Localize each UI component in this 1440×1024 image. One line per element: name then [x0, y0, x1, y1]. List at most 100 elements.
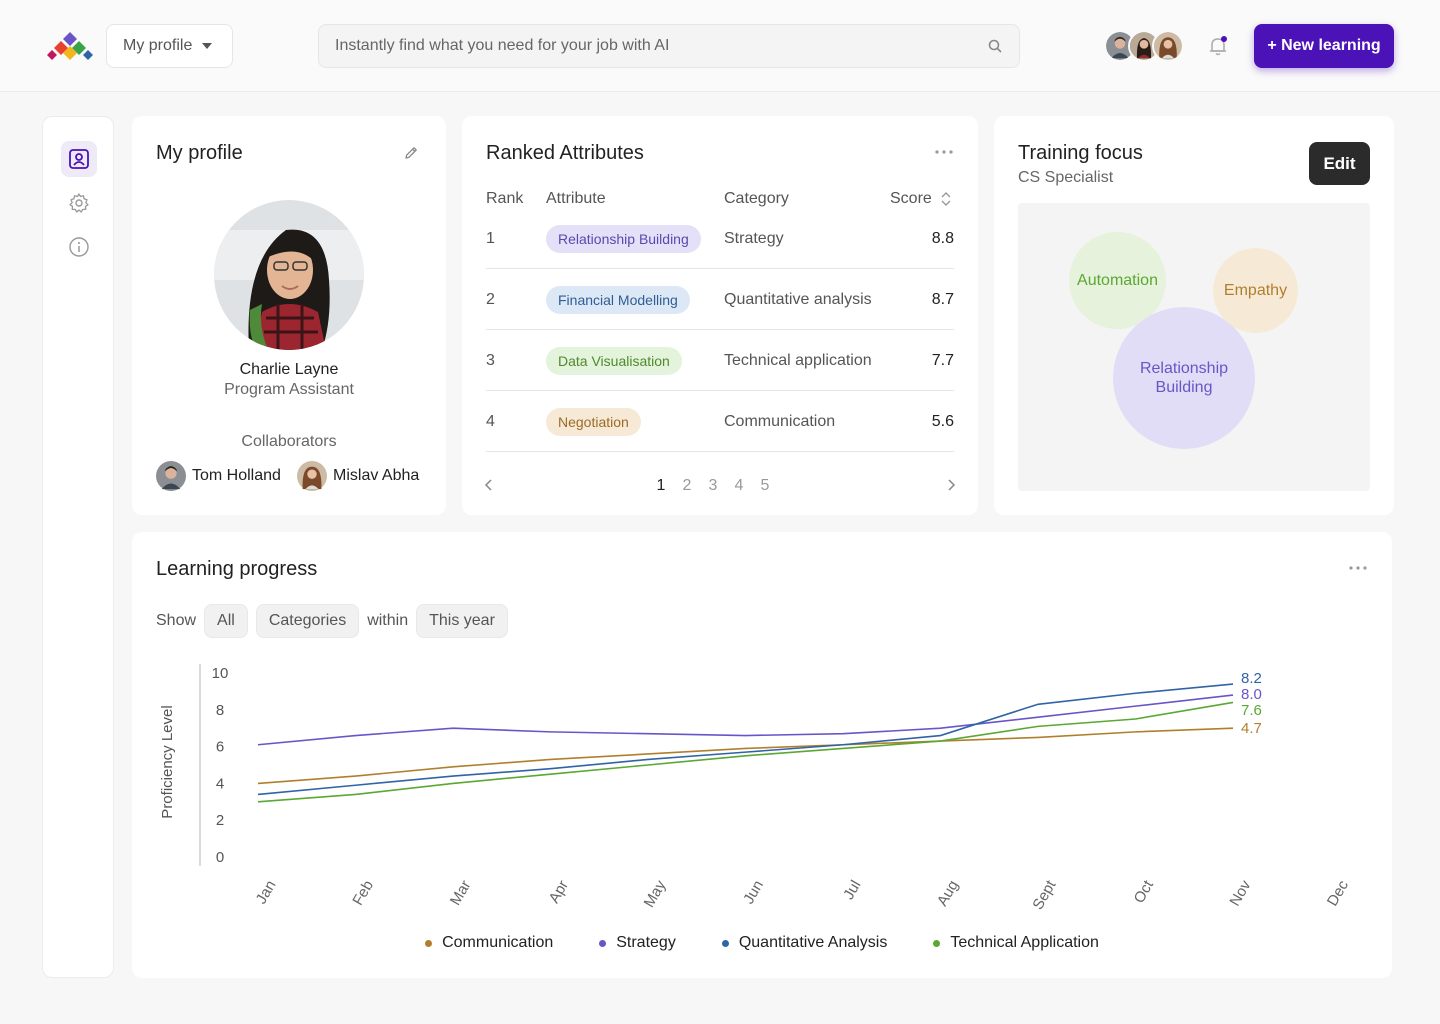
y-tick-label: 6	[216, 739, 224, 756]
y-tick-label: 2	[216, 812, 224, 829]
team-avatars[interactable]	[1104, 30, 1184, 62]
search-icon[interactable]	[987, 38, 1003, 54]
table-row[interactable]: 3 Data Visualisation Technical application…	[486, 330, 954, 391]
profile-role: Program Assistant	[224, 381, 354, 398]
learning-progress-card: Learning progress Show All Categories wi…	[132, 532, 1392, 978]
info-icon	[69, 237, 89, 257]
profile-photo	[214, 200, 364, 350]
series-line-2	[257, 683, 1234, 796]
gear-icon	[69, 193, 89, 213]
profile-dropdown[interactable]: My profile	[106, 24, 233, 68]
filter-period-button[interactable]: This year	[416, 604, 508, 638]
legend-item-strategy[interactable]: Strategy	[599, 934, 676, 952]
training-focus-title: Training focus	[1018, 142, 1143, 164]
training-focus-subtitle: CS Specialist	[1018, 169, 1114, 186]
training-focus-card: Training focus CS Specialist Edit Automa…	[994, 116, 1394, 515]
page-1[interactable]: 1	[648, 477, 674, 495]
new-learning-button[interactable]: + New learning	[1254, 24, 1394, 68]
col-header-category: Category	[724, 190, 789, 207]
nav-profile[interactable]	[61, 141, 97, 177]
attribute-chip[interactable]: Financial Modelling	[546, 285, 690, 314]
category-cell: Technical application	[724, 351, 872, 369]
col-header-score[interactable]: Score	[890, 190, 952, 208]
bubble-relationship-building[interactable]: Relationship Building	[1113, 307, 1255, 449]
attribute-cell: Data Visualisation	[546, 330, 682, 391]
legend-item-quantitative[interactable]: Quantitative Analysis	[721, 934, 888, 952]
legend-label: Technical Application	[950, 934, 1099, 951]
x-tick-label: Jan	[253, 878, 280, 907]
attribute-chip[interactable]: Data Visualisation	[546, 346, 682, 375]
col-header-score-label: Score	[890, 190, 932, 207]
page-2[interactable]: 2	[674, 477, 700, 495]
filter-all-button[interactable]: All	[204, 604, 248, 638]
collaborators-label: Collaborators	[241, 433, 337, 450]
x-tick-label: Aug	[934, 878, 962, 910]
ranked-attributes-title: Ranked Attributes	[486, 142, 644, 164]
x-tick-label: Mar	[447, 878, 475, 909]
x-tick-label: May	[641, 877, 670, 910]
attribute-chip[interactable]: Negotiation	[546, 407, 641, 436]
collaborator-item[interactable]: Mislav Abha	[297, 461, 419, 491]
search-input[interactable]	[335, 37, 987, 55]
page-4[interactable]: 4	[726, 477, 752, 495]
score-cell: 5.6	[931, 412, 954, 430]
more-options-icon[interactable]	[1348, 565, 1368, 571]
y-tick-label: 8	[216, 702, 224, 719]
pencil-icon[interactable]	[403, 145, 419, 161]
avatar[interactable]	[1152, 30, 1184, 62]
profile-dropdown-label: My profile	[123, 37, 193, 54]
y-tick-label: 4	[216, 775, 224, 792]
table-row[interactable]: 2 Financial Modelling Quantitative analysi…	[486, 269, 954, 330]
series-end-label: 4.7	[1241, 720, 1262, 737]
search-bar[interactable]	[318, 24, 1020, 68]
nav-settings[interactable]	[61, 185, 97, 221]
more-options-icon[interactable]	[934, 149, 954, 155]
nav-info[interactable]	[61, 229, 97, 265]
top-bar: My profile + New learning	[0, 0, 1440, 92]
profile-card: My profile Charlie Layne Program Assista…	[132, 116, 446, 515]
app-logo[interactable]	[46, 30, 94, 62]
table-row[interactable]: 4 Negotiation Communication 5.6	[486, 391, 954, 452]
rank-cell: 1	[486, 229, 495, 247]
category-cell: Communication	[724, 412, 836, 430]
collaborator-name: Mislav Abha	[333, 467, 420, 484]
chart-legend: Communication Strategy Quantitative Anal…	[132, 934, 1392, 952]
page-5[interactable]: 5	[752, 477, 778, 495]
score-cell: 7.7	[931, 351, 954, 369]
rank-cell: 4	[486, 412, 495, 430]
y-tick-label: 0	[216, 849, 224, 866]
x-tick-label: Apr	[546, 877, 572, 906]
legend-label: Quantitative Analysis	[738, 934, 888, 951]
rank-cell: 3	[486, 351, 495, 369]
table-row[interactable]: 1 Relationship Building Strategy 8.8	[486, 208, 954, 269]
next-page-icon[interactable]	[944, 478, 958, 492]
legend-item-technical[interactable]: Technical Application	[933, 934, 1099, 952]
x-tick-label: Oct	[1131, 877, 1158, 906]
sort-icon[interactable]	[940, 191, 952, 207]
bell-icon[interactable]	[1206, 34, 1230, 58]
category-cell: Strategy	[724, 229, 784, 247]
side-nav	[42, 116, 114, 978]
x-tick-label: Nov	[1226, 877, 1254, 909]
prev-page-icon[interactable]	[482, 478, 496, 492]
series-end-label: 7.6	[1241, 702, 1262, 719]
attribute-chip[interactable]: Relationship Building	[546, 224, 701, 253]
within-label: within	[367, 612, 409, 629]
collaborator-item[interactable]: Tom Holland	[156, 461, 281, 491]
y-axis-label: Proficiency Level	[159, 705, 176, 818]
score-cell: 8.7	[931, 290, 954, 308]
ranked-attributes-card: Ranked Attributes Rank Attribute Categor…	[462, 116, 978, 515]
profile-icon	[69, 149, 89, 169]
pagination: 1 2 3 4 5	[648, 477, 778, 495]
page-3[interactable]: 3	[700, 477, 726, 495]
edit-button[interactable]: Edit	[1309, 142, 1370, 185]
progress-filters: Show All Categories within This year	[156, 604, 516, 638]
filter-categories-button[interactable]: Categories	[255, 604, 360, 638]
x-tick-label: Feb	[349, 878, 377, 909]
profile-card-title: My profile	[156, 142, 243, 164]
profile-name: Charlie Layne	[239, 361, 339, 378]
legend-label: Strategy	[616, 934, 676, 951]
series-end-label: 8.0	[1241, 686, 1262, 703]
legend-item-communication[interactable]: Communication	[425, 934, 553, 952]
rank-cell: 2	[486, 290, 495, 308]
